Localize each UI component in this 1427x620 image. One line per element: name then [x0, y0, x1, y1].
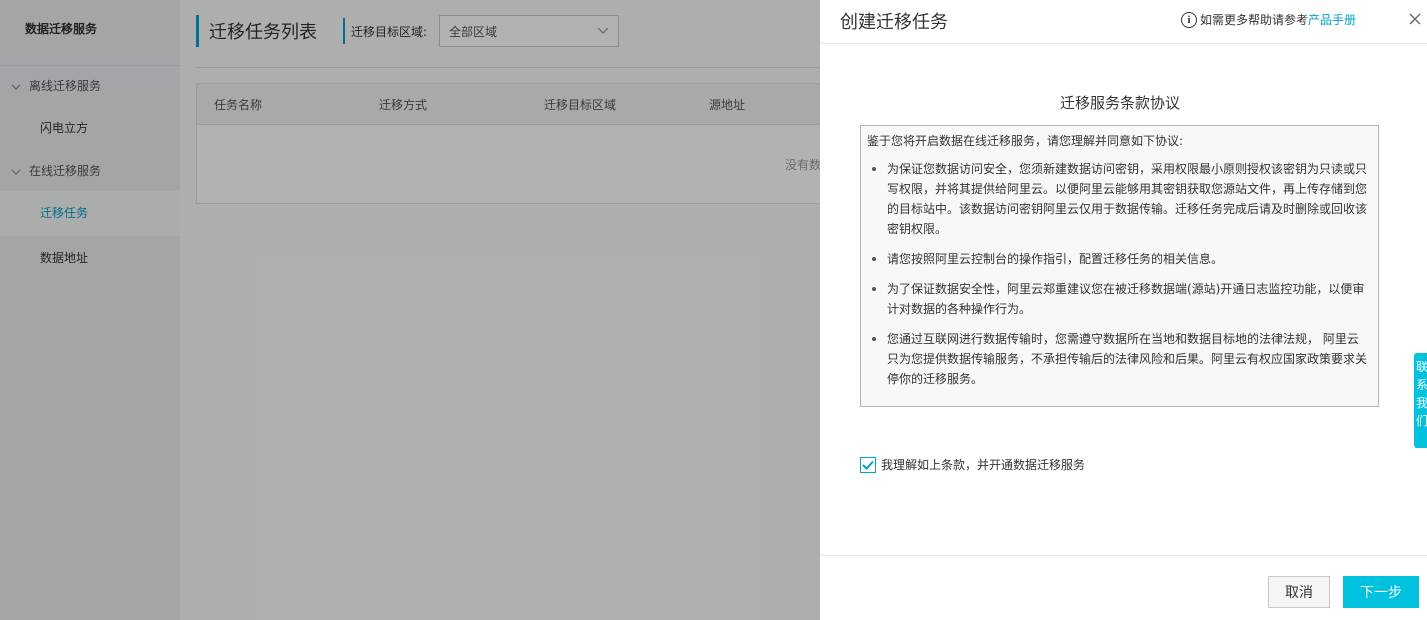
create-task-drawer: 创建迁移任务 i 如需更多帮助请参考 产品手册 迁移服务条款协议 鉴于您将开启数… — [820, 0, 1427, 620]
help-text: 如需更多帮助请参考 — [1200, 13, 1309, 27]
next-button[interactable]: 下一步 — [1343, 576, 1419, 608]
terms-box[interactable]: 鉴于您将开启数据在线迁移服务，请您理解并同意如下协议: 为保证您数据访问安全，您… — [860, 125, 1379, 407]
help-hint: i 如需更多帮助请参考 产品手册 — [1181, 11, 1356, 28]
terms-item: 您通过互联网进行数据传输时，您需遵守数据所在当地和数据目标地的法律法规， 阿里云… — [867, 329, 1368, 389]
drawer-header: 创建迁移任务 i 如需更多帮助请参考 产品手册 — [820, 0, 1427, 44]
agree-terms[interactable]: 我理解如上条款，并开通数据迁移服务 — [860, 456, 1085, 473]
terms-list: 为保证您数据访问安全，您须新建数据访问密钥，采用权限最小原则授权该密钥为只读或只… — [867, 159, 1368, 389]
contact-us-tab[interactable]: 联 系 我 们 — [1414, 353, 1427, 448]
contact-tab-char: 系 — [1416, 378, 1427, 392]
info-icon: i — [1181, 11, 1197, 28]
modal-overlay[interactable] — [0, 0, 820, 620]
terms-item: 请您按照阿里云控制台的操作指引，配置迁移任务的相关信息。 — [867, 249, 1368, 269]
close-icon[interactable] — [1408, 12, 1422, 26]
terms-item: 为保证您数据访问安全，您须新建数据访问密钥，采用权限最小原则授权该密钥为只读或只… — [867, 159, 1368, 239]
contact-tab-char: 们 — [1416, 414, 1427, 428]
checkmark-icon — [862, 460, 874, 470]
drawer-title: 创建迁移任务 — [840, 12, 948, 33]
terms-intro: 鉴于您将开启数据在线迁移服务，请您理解并同意如下协议: — [867, 134, 1184, 148]
contact-tab-char: 我 — [1416, 396, 1427, 410]
terms-item: 为了保证数据安全性，阿里云郑重建议您在被迁移数据端(源站)开通日志监控功能，以便… — [867, 279, 1368, 319]
terms-title: 迁移服务条款协议 — [1059, 94, 1180, 112]
agree-checkbox[interactable] — [860, 456, 876, 473]
cancel-button[interactable]: 取消 — [1268, 576, 1330, 608]
contact-tab-char: 联 — [1416, 360, 1427, 374]
agree-label: 我理解如上条款，并开通数据迁移服务 — [881, 458, 1086, 472]
drawer-footer: 取消 下一步 — [820, 555, 1427, 620]
product-manual-link[interactable]: 产品手册 — [1308, 11, 1356, 28]
